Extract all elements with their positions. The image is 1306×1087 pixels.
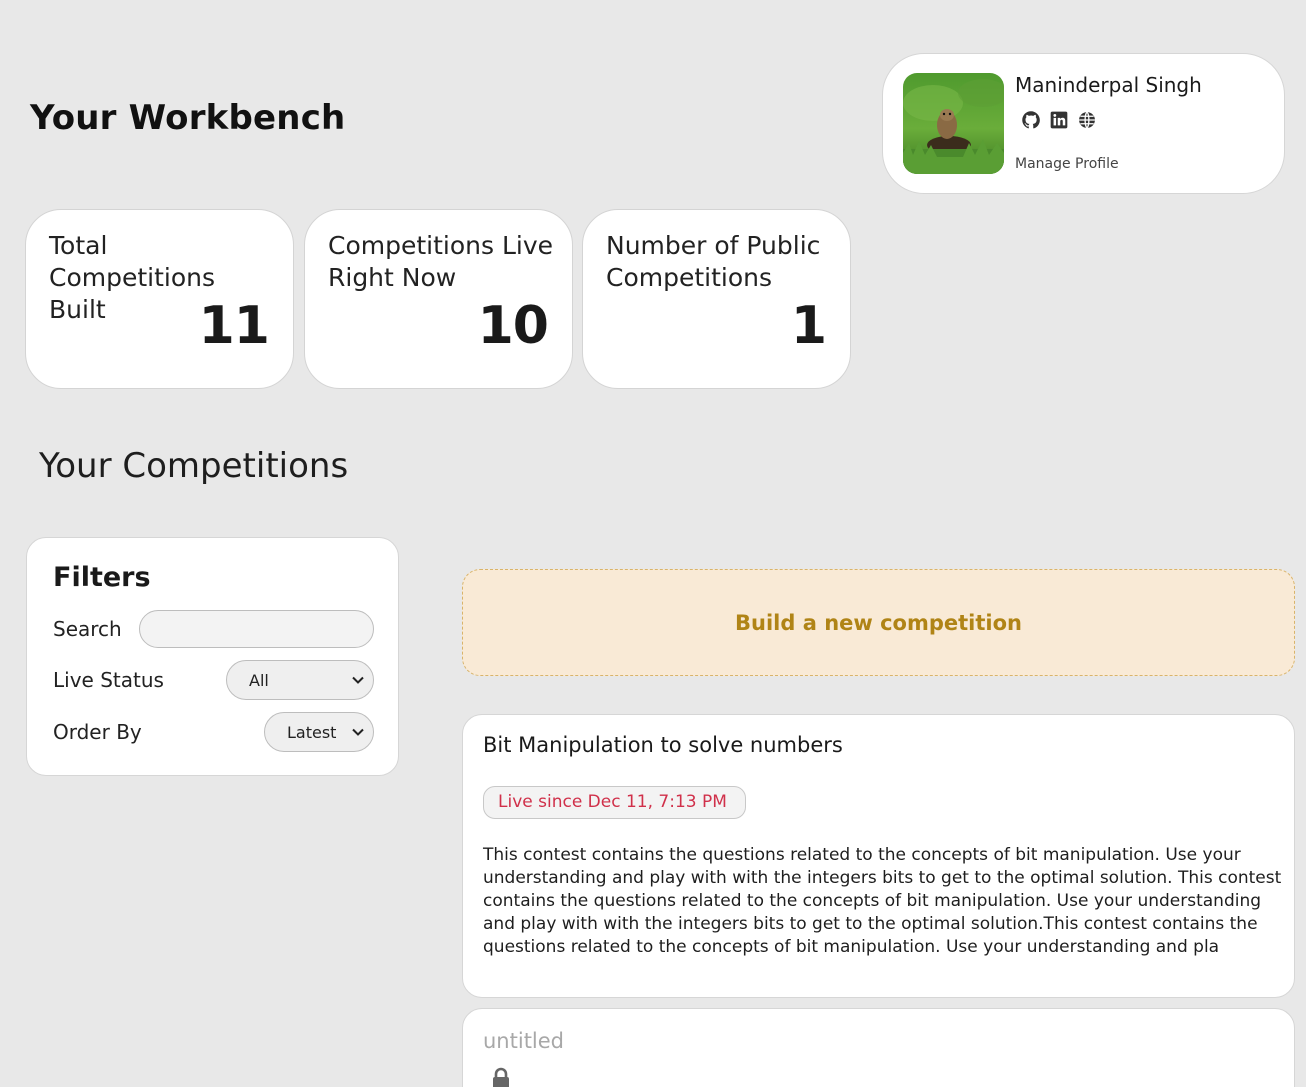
- manage-profile-link[interactable]: Manage Profile: [1015, 156, 1119, 172]
- globe-icon[interactable]: [1077, 110, 1097, 130]
- avatar[interactable]: [903, 73, 1004, 174]
- status-badge: Live since Dec 11, 7:13 PM: [483, 786, 746, 819]
- profile-name: Maninderpal Singh: [1015, 73, 1202, 97]
- competition-description: This contest contains the questions rela…: [483, 845, 1282, 957]
- chevron-down-icon: [352, 728, 364, 736]
- filters-panel: Filters Search Live Status All Order By …: [26, 537, 399, 776]
- build-new-competition-button[interactable]: Build a new competition: [462, 569, 1295, 676]
- competition-card[interactable]: Bit Manipulation to solve numbers Live s…: [462, 714, 1295, 998]
- search-label: Search: [53, 617, 122, 641]
- stat-card-total: Total Competitions Built 11: [25, 209, 294, 389]
- search-input[interactable]: [139, 610, 374, 648]
- chevron-down-icon: [352, 676, 364, 684]
- stat-value: 1: [790, 296, 827, 356]
- page-title: Your Workbench: [30, 98, 346, 138]
- profile-card: Maninderpal Singh Manage Profile: [882, 53, 1285, 194]
- live-status-value: All: [249, 671, 269, 690]
- order-by-label: Order By: [53, 720, 142, 744]
- stat-label: Number of Public Competitions: [606, 231, 821, 292]
- filters-title: Filters: [53, 562, 151, 593]
- order-by-select[interactable]: Latest: [264, 712, 374, 752]
- order-by-value: Latest: [287, 723, 337, 742]
- build-new-label: Build a new competition: [735, 610, 1022, 635]
- competition-card[interactable]: untitled: [462, 1008, 1295, 1087]
- live-status-label: Live Status: [53, 668, 164, 692]
- github-icon[interactable]: [1021, 110, 1041, 130]
- stat-card-live: Competitions Live Right Now 10: [304, 209, 573, 389]
- linkedin-icon[interactable]: [1049, 110, 1069, 130]
- stat-value: 11: [198, 296, 270, 356]
- stat-card-public: Number of Public Competitions 1: [582, 209, 851, 389]
- live-status-select[interactable]: All: [226, 660, 374, 700]
- lock-icon: [491, 1067, 511, 1087]
- section-title: Your Competitions: [39, 446, 349, 486]
- stat-label: Competitions Live Right Now: [328, 231, 554, 292]
- competition-title[interactable]: untitled: [483, 1029, 564, 1053]
- competition-title[interactable]: Bit Manipulation to solve numbers: [483, 733, 843, 757]
- stat-value: 10: [477, 296, 549, 356]
